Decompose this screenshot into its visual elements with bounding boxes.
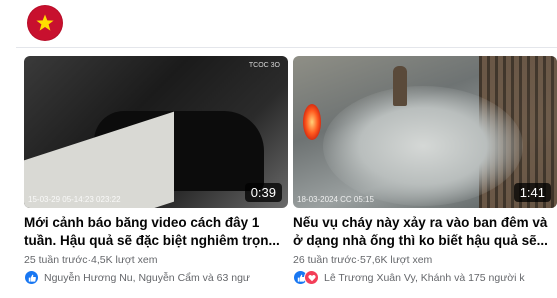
camera-timestamp: 18-03-2024 CC 05:15 bbox=[297, 195, 374, 204]
like-icon bbox=[24, 270, 39, 285]
video-card[interactable]: TCOC 3O 15-03-29 05-14:23 023:22 0:39 Mớ… bbox=[24, 56, 288, 285]
star-flag-icon bbox=[36, 14, 54, 31]
reactions-text: Lê Trương Xuân Vy, Khánh và 175 người k bbox=[324, 271, 525, 284]
header-divider bbox=[16, 47, 557, 48]
page-avatar[interactable] bbox=[28, 6, 62, 40]
camera-timestamp: 15-03-29 05-14:23 023:22 bbox=[28, 195, 121, 204]
reactions-text: Nguyễn Hương Nu, Nguyễn Cẩm và 63 ngư bbox=[44, 271, 250, 284]
video-duration: 0:39 bbox=[244, 183, 282, 202]
love-icon bbox=[304, 270, 319, 285]
video-meta: 26 tuần trước·57,6K lượt xem bbox=[293, 254, 433, 266]
video-duration: 1:41 bbox=[513, 183, 551, 202]
reactions-summary[interactable]: Lê Trương Xuân Vy, Khánh và 175 người k bbox=[293, 270, 557, 285]
video-card[interactable]: 18-03-2024 CC 05:15 1:41 Nếu vụ cháy này… bbox=[293, 56, 557, 285]
reactions-summary[interactable]: Nguyễn Hương Nu, Nguyễn Cẩm và 63 ngư bbox=[24, 270, 288, 285]
video-title[interactable]: Nếu vụ cháy này xảy ra vào ban đêm và ở … bbox=[293, 214, 557, 250]
video-title[interactable]: Mới cảnh báo băng video cách đây 1 tuần.… bbox=[24, 214, 288, 250]
video-thumbnail[interactable]: 18-03-2024 CC 05:15 1:41 bbox=[293, 56, 557, 208]
video-thumbnail[interactable]: TCOC 3O 15-03-29 05-14:23 023:22 0:39 bbox=[24, 56, 288, 208]
camera-label: TCOC 3O bbox=[248, 62, 280, 69]
video-meta: 25 tuần trước·4,5K lượt xem bbox=[24, 254, 158, 266]
